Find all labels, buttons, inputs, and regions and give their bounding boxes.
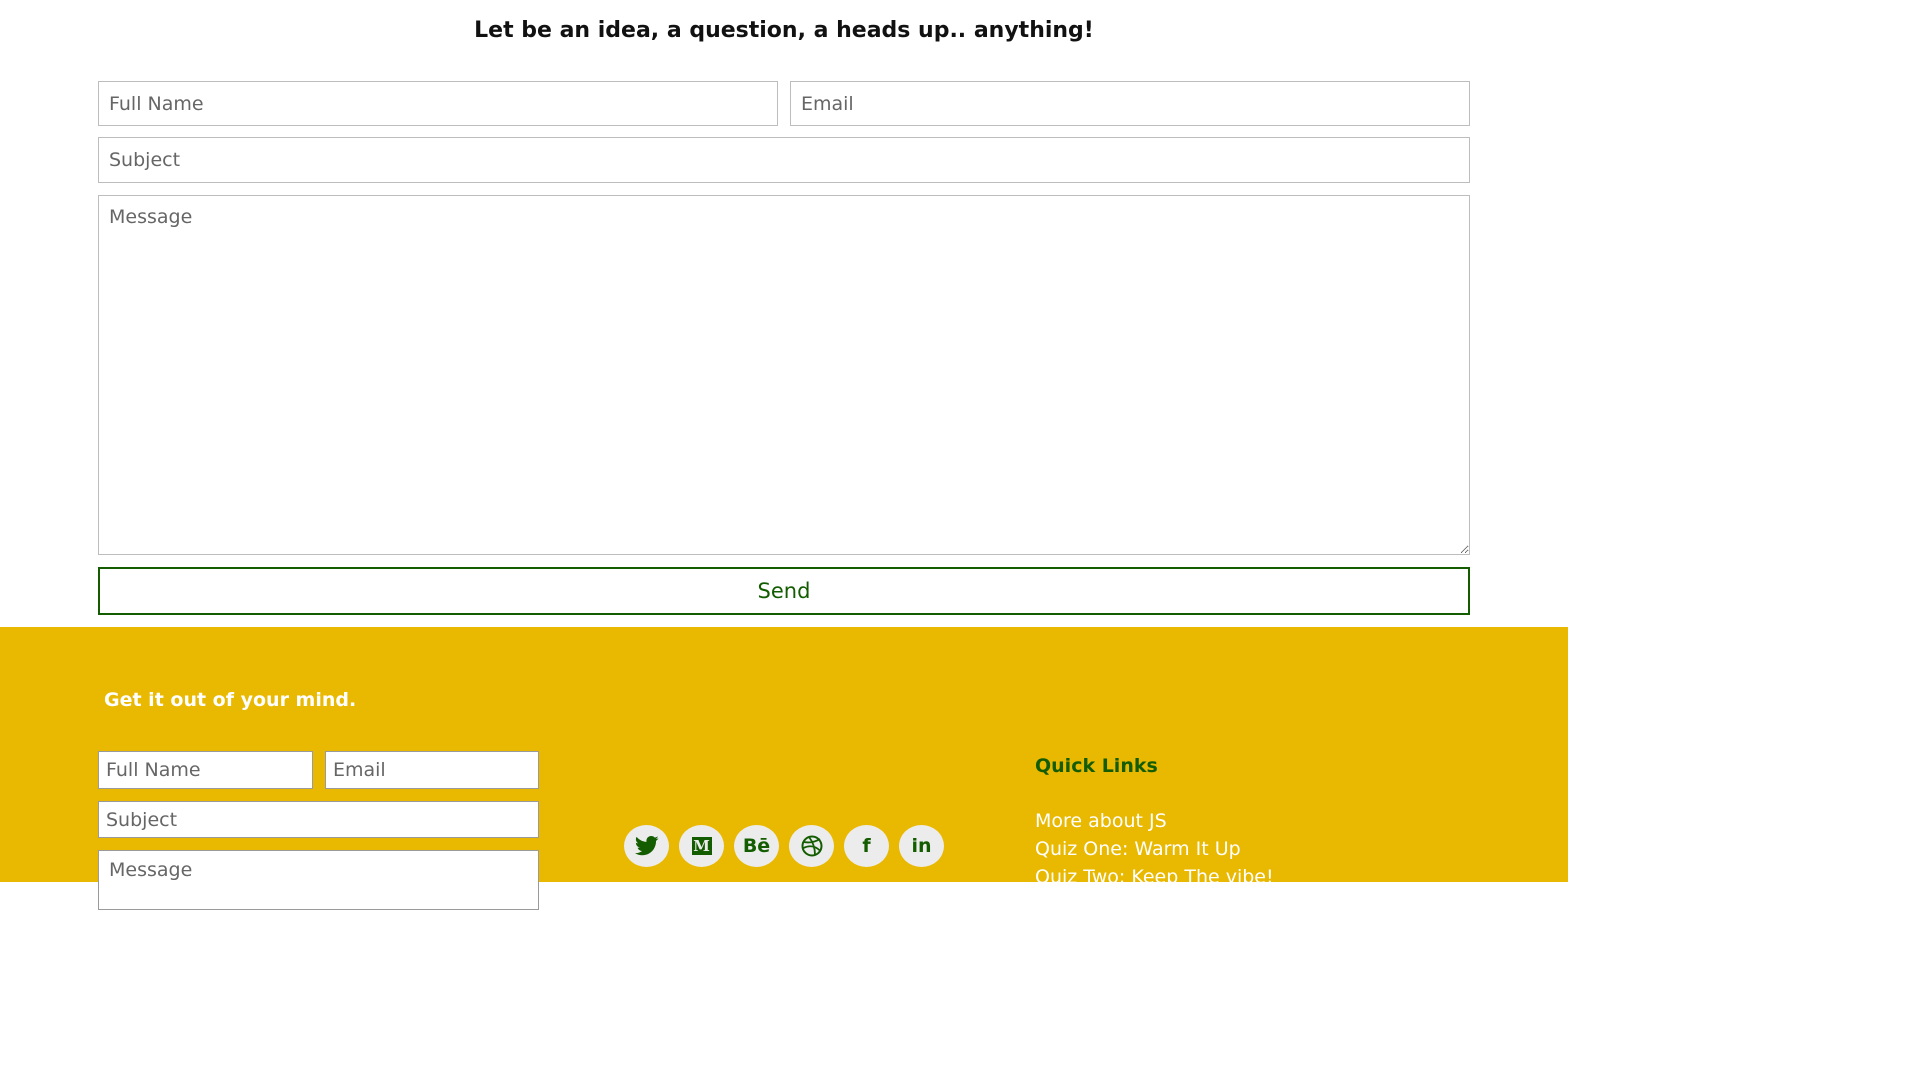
linkedin-icon[interactable]: in xyxy=(899,825,944,867)
message-textarea[interactable] xyxy=(98,195,1470,555)
footer-message-textarea[interactable] xyxy=(98,850,539,910)
subject-input[interactable] xyxy=(98,137,1470,183)
twitter-icon[interactable] xyxy=(624,825,669,867)
footer-email-input[interactable] xyxy=(325,751,539,789)
quick-links-title: Quick Links xyxy=(1035,755,1158,777)
email-input[interactable] xyxy=(790,81,1470,126)
full-name-input[interactable] xyxy=(98,81,778,126)
quick-links-list: More about JS Quiz One: Warm It Up Quiz … xyxy=(1035,807,1274,891)
quick-link[interactable]: Quiz Two: Keep The vibe! xyxy=(1035,866,1274,888)
behance-glyph: Bē xyxy=(742,835,771,857)
medium-glyph: M xyxy=(691,837,712,855)
footer-full-name-input[interactable] xyxy=(98,751,313,789)
quick-link[interactable]: More about JS xyxy=(1035,810,1167,832)
quick-link-item: Quiz One: Warm It Up xyxy=(1035,835,1274,863)
quick-link-item: Quiz Two: Keep The vibe! xyxy=(1035,863,1274,891)
quick-link-item: More about JS xyxy=(1035,807,1274,835)
quick-link[interactable]: Quiz One: Warm It Up xyxy=(1035,838,1241,860)
social-links: M Bē f in xyxy=(624,825,944,867)
contact-heading: Let be an idea, a question, a heads up..… xyxy=(474,18,1094,43)
footer-subject-input[interactable] xyxy=(98,801,539,838)
footer: Get it out of your mind. M Bē f in Qui xyxy=(0,627,1568,910)
footer-tagline: Get it out of your mind. xyxy=(104,689,357,711)
dribbble-icon[interactable] xyxy=(789,825,834,867)
facebook-glyph: f xyxy=(862,835,871,857)
send-button[interactable]: Send xyxy=(98,567,1470,615)
linkedin-glyph: in xyxy=(911,835,932,857)
medium-icon[interactable]: M xyxy=(679,825,724,867)
behance-icon[interactable]: Bē xyxy=(734,825,779,867)
facebook-icon[interactable]: f xyxy=(844,825,889,867)
